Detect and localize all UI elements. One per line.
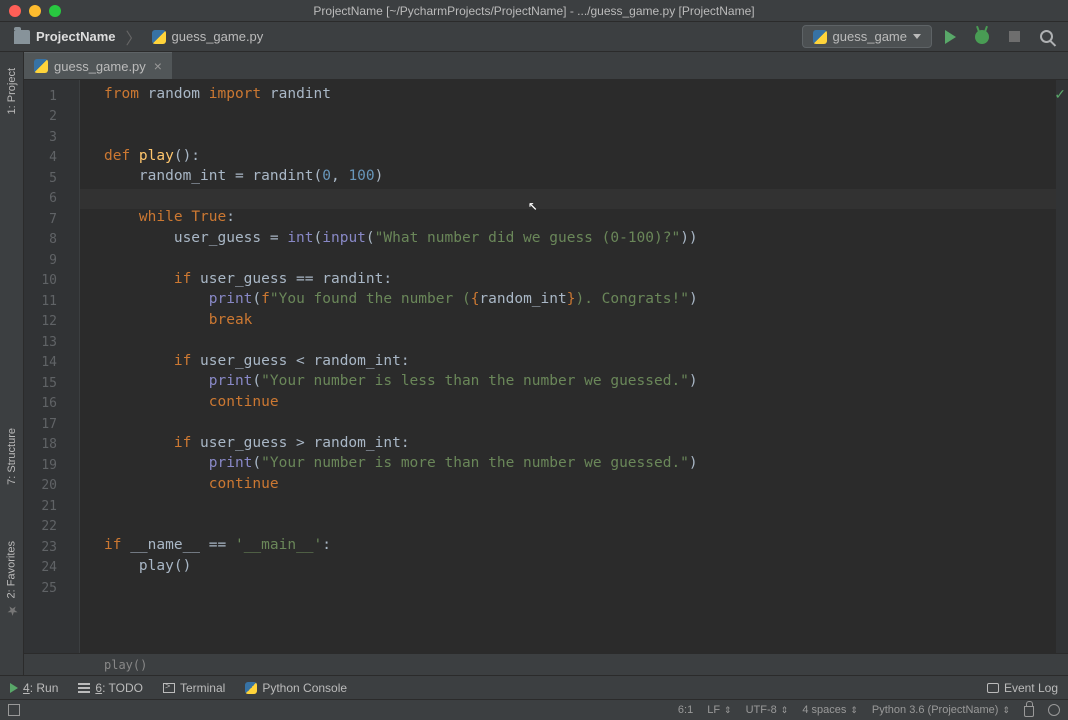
indent-selector[interactable]: 4 spaces⇕ xyxy=(802,704,858,716)
caret-position[interactable]: 6:1 xyxy=(678,704,693,716)
event-log-tool-tab[interactable]: Event Log xyxy=(987,681,1058,695)
run-config-label: guess_game xyxy=(833,29,907,44)
python-file-icon xyxy=(34,59,48,73)
status-bar: 6:1 LF⇕ UTF-8⇕ 4 spaces⇕ Python 3.6 (Pro… xyxy=(0,699,1068,720)
breadcrumb-project-label: ProjectName xyxy=(36,29,115,44)
encoding-selector[interactable]: UTF-8⇕ xyxy=(746,704,789,716)
code-breadcrumb-label: play() xyxy=(104,658,147,672)
favorites-tool-tab[interactable]: ★2: Favorites xyxy=(2,533,21,625)
navigation-bar: ProjectName 〉 guess_game.py guess_game xyxy=(0,22,1068,52)
inspector-icon[interactable] xyxy=(1048,704,1060,716)
list-icon xyxy=(78,683,90,693)
code-area[interactable]: from random import randint def play(): r… xyxy=(80,80,1056,653)
terminal-tool-tab[interactable]: Terminal xyxy=(163,681,225,695)
editor-marker-strip[interactable]: ✓ xyxy=(1056,80,1068,653)
window-titlebar: ProjectName [~/PycharmProjects/ProjectNa… xyxy=(0,0,1068,22)
close-tab-button[interactable]: × xyxy=(152,58,164,74)
left-tool-strip: 1: Project 7: Structure ★2: Favorites xyxy=(0,52,24,675)
code-editor[interactable]: 12345678910111213141516171819202122 23 2… xyxy=(24,80,1068,653)
line-ending-selector[interactable]: LF⇕ xyxy=(707,704,731,716)
stop-button xyxy=(1000,31,1028,42)
python-file-icon xyxy=(813,30,827,44)
breadcrumb-file[interactable]: guess_game.py xyxy=(146,27,270,46)
stop-icon xyxy=(1009,31,1020,42)
interpreter-selector[interactable]: Python 3.6 (ProjectName)⇕ xyxy=(872,704,1010,716)
window-title: ProjectName [~/PycharmProjects/ProjectNa… xyxy=(0,4,1068,18)
breadcrumb-file-label: guess_game.py xyxy=(172,29,264,44)
breadcrumb-separator: 〉 xyxy=(125,25,141,49)
chevron-down-icon xyxy=(913,34,921,39)
bug-icon xyxy=(975,30,989,44)
lock-icon[interactable] xyxy=(1024,706,1034,717)
run-configuration-dropdown[interactable]: guess_game xyxy=(802,25,932,48)
star-icon: ★ xyxy=(4,602,19,617)
debug-button[interactable] xyxy=(968,30,996,44)
play-icon xyxy=(10,683,18,693)
code-breadcrumb[interactable]: play() xyxy=(24,653,1068,675)
python-console-tool-tab[interactable]: Python Console xyxy=(245,681,347,695)
editor-tab[interactable]: guess_game.py × xyxy=(24,52,172,79)
search-everywhere-button[interactable] xyxy=(1032,30,1060,43)
terminal-icon xyxy=(163,683,175,693)
structure-tool-tab[interactable]: 7: Structure xyxy=(4,420,20,493)
folder-icon xyxy=(14,30,30,44)
line-number-gutter: 12345678910111213141516171819202122 23 2… xyxy=(24,80,80,653)
speech-bubble-icon xyxy=(987,683,999,693)
bottom-tool-bar: 4: Run 6: TODO Terminal Python Console E… xyxy=(0,675,1068,699)
run-button[interactable] xyxy=(936,30,964,44)
tool-window-toggle-icon[interactable] xyxy=(8,704,20,716)
search-icon xyxy=(1040,30,1053,43)
breadcrumb-project[interactable]: ProjectName xyxy=(8,27,121,46)
minimize-window-button[interactable] xyxy=(29,5,41,17)
todo-tool-tab[interactable]: 6: TODO xyxy=(78,681,143,695)
python-file-icon xyxy=(245,682,257,694)
play-icon xyxy=(945,30,956,44)
inspection-ok-icon: ✓ xyxy=(1054,86,1066,103)
project-tool-tab[interactable]: 1: Project xyxy=(4,60,20,122)
editor-tab-label: guess_game.py xyxy=(54,59,146,74)
run-tool-tab[interactable]: 4: Run xyxy=(10,681,58,695)
python-file-icon xyxy=(152,30,166,44)
editor-tabs: guess_game.py × xyxy=(24,52,1068,80)
maximize-window-button[interactable] xyxy=(49,5,61,17)
close-window-button[interactable] xyxy=(9,5,21,17)
